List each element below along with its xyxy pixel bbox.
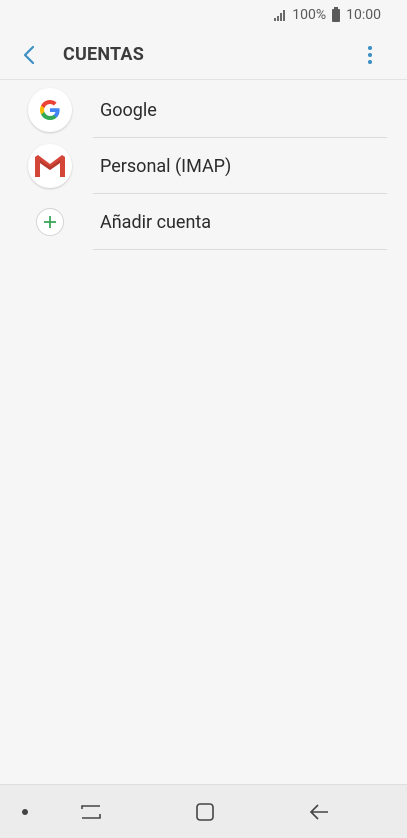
navigation-bar xyxy=(0,784,407,838)
account-list: Google Personal (IMAP) Añadir cuenta xyxy=(0,82,407,250)
account-label-google: Google xyxy=(100,99,157,121)
back-nav-icon xyxy=(309,804,328,820)
page-title: CUENTAS xyxy=(63,44,145,65)
status-bar: 100% 10:00 xyxy=(0,0,407,30)
clock: 10:00 xyxy=(346,7,381,23)
google-icon xyxy=(28,88,72,132)
add-account-icon-wrap xyxy=(28,200,72,244)
home-button[interactable] xyxy=(189,797,221,827)
signal-icon xyxy=(274,9,286,21)
more-options-button[interactable] xyxy=(345,30,395,80)
back-arrow-icon xyxy=(23,45,35,64)
list-item-google[interactable]: Google xyxy=(0,82,407,138)
account-label-personal: Personal (IMAP) xyxy=(100,155,232,177)
back-nav-button[interactable] xyxy=(303,797,335,827)
battery-icon xyxy=(332,6,341,22)
home-icon xyxy=(196,803,214,821)
nav-dot-icon[interactable] xyxy=(22,809,28,815)
gmail-icon xyxy=(28,144,72,188)
battery-percent: 100% xyxy=(292,7,327,23)
add-icon xyxy=(36,208,64,236)
more-vert-icon xyxy=(368,45,372,50)
back-button[interactable] xyxy=(0,30,58,80)
divider xyxy=(93,249,387,250)
app-bar: CUENTAS xyxy=(0,30,407,80)
screen: 100% 10:00 CUENTAS Google Personal (IMAP… xyxy=(0,0,407,838)
list-item-add-account[interactable]: Añadir cuenta xyxy=(0,194,407,250)
list-item-personal-imap[interactable]: Personal (IMAP) xyxy=(0,138,407,194)
account-label-add: Añadir cuenta xyxy=(100,211,212,233)
recent-apps-icon xyxy=(81,805,101,819)
recent-apps-button[interactable] xyxy=(75,797,107,827)
